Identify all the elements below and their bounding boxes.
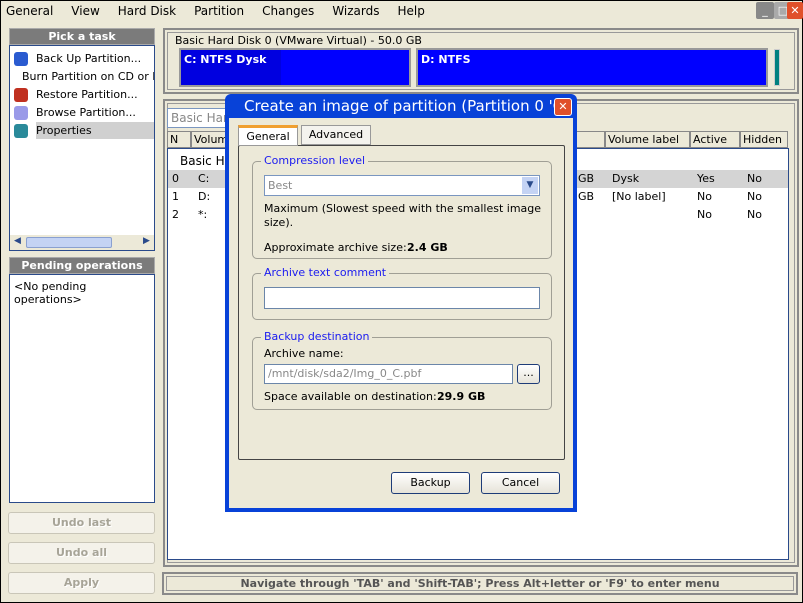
partition-d-block[interactable]: D: NTFS (416, 48, 768, 87)
menu-bar: General View Hard Disk Partition Changes… (1, 1, 803, 21)
minimize-button[interactable]: _ (756, 2, 774, 19)
disk-title: Basic Hard Disk 0 (VMware Virtual) - 50.… (175, 34, 422, 47)
pending-list: <No pending operations> (9, 274, 155, 503)
compression-group: Compression level Best ▼ Maximum (Slowest… (252, 154, 552, 259)
scroll-right-icon[interactable]: ▶ (140, 236, 153, 249)
space-available-value: 29.9 GB (437, 390, 486, 403)
scroll-left-icon[interactable]: ◀ (11, 236, 24, 249)
browse-button[interactable]: ... (517, 364, 540, 384)
archive-size-label: Approximate archive size: (264, 241, 407, 254)
backup-destination-group: Backup destination Archive name: /mnt/di… (252, 330, 552, 410)
partition-c-block[interactable]: C: NTFS Dysk (179, 48, 411, 87)
column-volume-label[interactable]: Volume label (605, 131, 690, 148)
menu-view[interactable]: View (71, 4, 99, 18)
column-n[interactable]: N (167, 131, 191, 148)
menu-changes[interactable]: Changes (262, 4, 314, 18)
column-size[interactable] (576, 131, 605, 148)
menu-partition[interactable]: Partition (194, 4, 244, 18)
menu-general[interactable]: General (6, 4, 53, 18)
create-image-dialog: Create an image of partition (Partition … (225, 94, 577, 512)
pending-header: Pending operations (9, 257, 155, 274)
tab-content: Compression level Best ▼ Maximum (Slowest… (238, 145, 565, 460)
restore-icon (14, 87, 28, 102)
close-window-button[interactable]: ✕ (787, 2, 803, 19)
chevron-down-icon[interactable]: ▼ (522, 177, 538, 194)
space-available-label: Space available on destination: (264, 390, 437, 403)
task-back-up[interactable]: Back Up Partition... (14, 50, 154, 67)
column-active[interactable]: Active (690, 131, 740, 148)
archive-name-label: Archive name: (264, 347, 344, 360)
horizontal-scrollbar[interactable]: ◀ ▶ (10, 235, 154, 250)
tab-general[interactable]: General (238, 125, 298, 146)
column-hidden[interactable]: Hidden (740, 131, 788, 148)
task-list: Back Up Partition... Burn Partition on C… (9, 45, 155, 251)
archive-comment-input[interactable] (264, 287, 540, 309)
backup-icon (14, 51, 28, 66)
menu-hard-disk[interactable]: Hard Disk (118, 4, 176, 18)
cancel-button[interactable]: Cancel (481, 472, 560, 494)
task-restore[interactable]: Restore Partition... (14, 86, 154, 103)
dialog-close-icon[interactable]: ✕ (554, 98, 572, 116)
archive-size-value: 2.4 GB (407, 241, 448, 254)
dialog-title: Create an image of partition (Partition … (244, 97, 554, 115)
properties-icon (14, 123, 28, 138)
archive-path-input[interactable]: /mnt/disk/sda2/Img_0_C.pbf (264, 364, 513, 384)
task-properties[interactable]: Properties (14, 122, 154, 139)
browse-icon (14, 105, 28, 120)
undo-all-button[interactable]: Undo all (8, 542, 155, 564)
unallocated-block[interactable] (774, 49, 780, 86)
compression-description: Maximum (Slowest speed with the smallest… (264, 202, 542, 229)
comment-group: Archive text comment (252, 266, 552, 320)
scroll-thumb[interactable] (26, 237, 112, 248)
task-burn[interactable]: Burn Partition on CD or DVD... (14, 68, 154, 85)
menu-wizards[interactable]: Wizards (332, 4, 379, 18)
compression-select[interactable]: Best ▼ (264, 175, 540, 196)
disk-map: Basic Hard Disk 0 (VMware Virtual) - 50.… (163, 28, 799, 94)
menu-help[interactable]: Help (398, 4, 425, 18)
task-browse[interactable]: Browse Partition... (14, 104, 154, 121)
status-bar: Navigate through 'TAB' and 'Shift-TAB'; … (162, 572, 798, 595)
apply-button[interactable]: Apply (8, 572, 155, 594)
tab-advanced[interactable]: Advanced (301, 125, 371, 145)
undo-last-button[interactable]: Undo last (8, 512, 155, 534)
backup-button[interactable]: Backup (391, 472, 470, 494)
pick-task-header: Pick a task (9, 28, 155, 45)
